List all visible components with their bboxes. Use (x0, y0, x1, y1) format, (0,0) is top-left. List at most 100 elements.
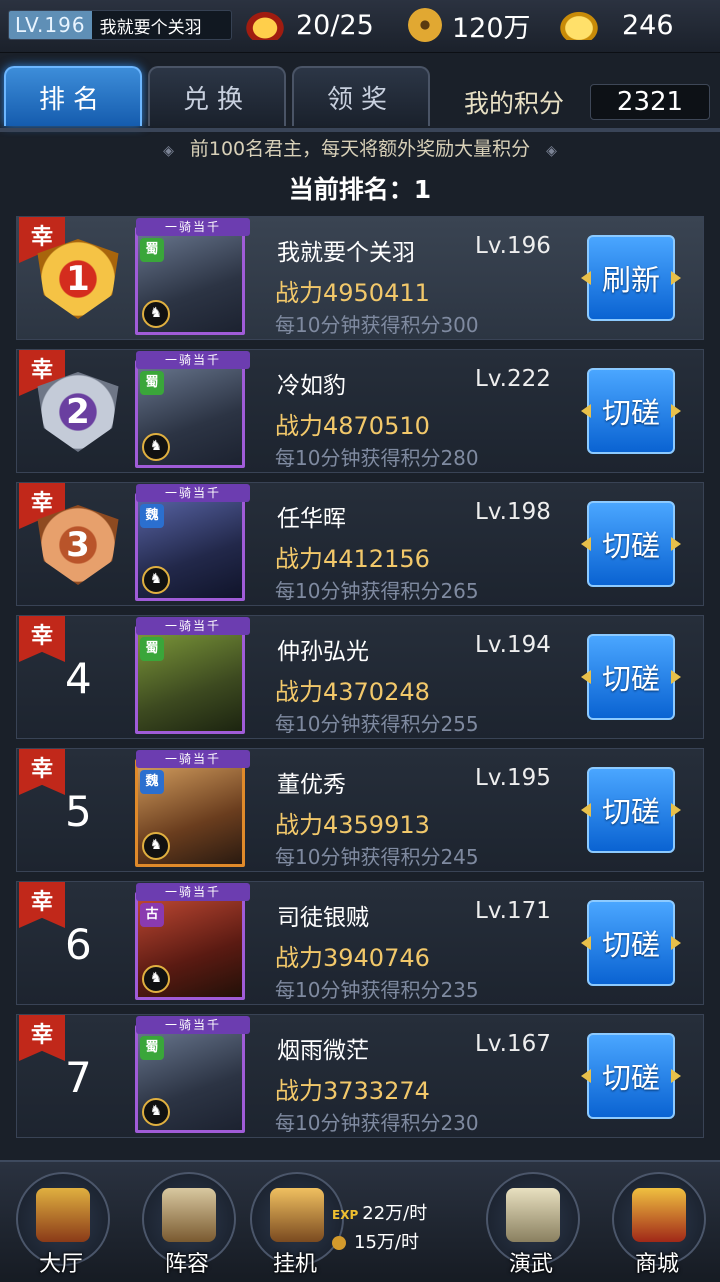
hero-title-tag: 一骑当千 (136, 883, 250, 901)
tab-exchange[interactable]: 兑换 (148, 66, 286, 126)
nav-formation[interactable]: 阵容 (132, 1162, 242, 1282)
rank-number: 6 (65, 920, 92, 969)
my-score-value: 2321 (590, 84, 710, 120)
bottom-navigation: 大厅 阵容 挂机 EXP 22万/时 15万/时 演武 商城 (0, 1160, 720, 1282)
combat-power: 战力4370248 (275, 678, 430, 706)
rank-row: 幸 3 一骑当千 魏 ♞ 任华晖 Lv.198 战力4412156 每10分钟获… (16, 482, 704, 606)
gold-ingot-icon (558, 10, 600, 40)
hero-title-tag: 一骑当千 (136, 218, 250, 236)
hero-avatar[interactable]: 一骑当千 蜀 ♞ (135, 351, 250, 468)
rank-row: 幸 5 一骑当千 魏 ♞ 董优秀 Lv.195 战力4359913 每10分钟获… (16, 748, 704, 872)
nav-shop[interactable]: 商城 (602, 1162, 712, 1282)
chess-knight-icon: ♞ (142, 433, 170, 461)
spar-button[interactable]: 切磋 (587, 501, 675, 587)
spar-button[interactable]: 切磋 (587, 767, 675, 853)
spar-button[interactable]: 切磋 (587, 368, 675, 454)
hero-avatar[interactable]: 一骑当千 古 ♞ (135, 883, 250, 1000)
faction-badge: 蜀 (140, 238, 164, 262)
lucky-ribbon: 幸 (19, 749, 65, 795)
spar-button[interactable]: 切磋 (587, 634, 675, 720)
lucky-ribbon: 幸 (19, 616, 65, 662)
nav-battle-label: 演武 (508, 1252, 553, 1277)
combat-power: 战力4359913 (275, 811, 430, 839)
player-name: 任华晖 (277, 506, 346, 532)
rank-row: 幸 1 一骑当千 蜀 ♞ 我就要个关羽 Lv.196 战力4950411 每10… (16, 216, 704, 340)
chess-knight-icon: ♞ (142, 832, 170, 860)
hero-avatar[interactable]: 一骑当千 魏 ♞ (135, 484, 250, 601)
refresh-button[interactable]: 刷新 (587, 235, 675, 321)
gold-resource[interactable]: 246 (558, 6, 674, 44)
copper-coin-icon (408, 8, 442, 42)
stamina-bowl-icon (244, 10, 286, 40)
bronze-medal-icon: 3 (37, 505, 119, 585)
player-level: Lv.195 (475, 765, 551, 791)
faction-badge: 蜀 (140, 1036, 164, 1060)
nav-battle[interactable]: 演武 (476, 1162, 586, 1282)
exp-rate: 22万/时 (362, 1203, 428, 1224)
faction-badge: 魏 (140, 770, 164, 794)
player-info[interactable]: LV.196 我就要个关羽 (8, 10, 232, 40)
idle-income: EXP 22万/时 15万/时 (332, 1200, 427, 1257)
hero-avatar[interactable]: 一骑当千 蜀 (135, 617, 250, 734)
player-level: Lv.222 (475, 366, 551, 392)
lucky-ribbon: 幸 (19, 882, 65, 928)
chess-knight-icon: ♞ (142, 566, 170, 594)
rank-number: 4 (65, 654, 92, 703)
player-level: Lv.196 (475, 233, 551, 259)
hero-title-tag: 一骑当千 (136, 750, 250, 768)
combat-power: 战力4412156 (275, 545, 430, 573)
notice-text: 前100名君主，每天将额外奖励大量积分 (0, 134, 720, 161)
score-rate: 每10分钟获得积分265 (275, 579, 479, 603)
player-name: 董优秀 (277, 772, 346, 798)
player-level: Lv.198 (475, 499, 551, 525)
combat-power: 战力4950411 (275, 279, 430, 307)
faction-badge: 古 (140, 903, 164, 927)
copper-resource[interactable]: 120万 (408, 6, 531, 44)
hero-avatar[interactable]: 一骑当千 蜀 ♞ (135, 1016, 250, 1133)
hero-avatar[interactable]: 一骑当千 蜀 ♞ (135, 218, 250, 335)
rank-row: 幸 2 一骑当千 蜀 ♞ 冷如豹 Lv.222 战力4870510 每10分钟获… (16, 349, 704, 473)
spar-button[interactable]: 切磋 (587, 1033, 675, 1119)
player-name: 冷如豹 (277, 373, 346, 399)
combat-power: 战力4870510 (275, 412, 430, 440)
faction-badge: 魏 (140, 504, 164, 528)
chess-knight-icon: ♞ (142, 300, 170, 328)
copper-coin-icon (332, 1236, 346, 1250)
tab-reward[interactable]: 领奖 (292, 66, 430, 126)
rank-number: 5 (65, 787, 92, 836)
score-rate: 每10分钟获得积分245 (275, 845, 479, 869)
copper-value: 120万 (452, 12, 531, 44)
spar-button[interactable]: 切磋 (587, 900, 675, 986)
exp-tag: EXP (332, 1208, 359, 1222)
player-level: Lv.171 (475, 898, 551, 924)
gold-value: 246 (622, 9, 674, 41)
hero-avatar[interactable]: 一骑当千 魏 ♞ (135, 750, 250, 867)
combat-power: 战力3733274 (275, 1077, 430, 1105)
score-rate: 每10分钟获得积分255 (275, 712, 479, 736)
nav-hall[interactable]: 大厅 (6, 1162, 116, 1282)
hero-title-tag: 一骑当千 (136, 617, 250, 635)
nav-hall-label: 大厅 (38, 1252, 83, 1277)
player-level: Lv.194 (475, 632, 551, 658)
score-rate: 每10分钟获得积分235 (275, 978, 479, 1002)
hero-title-tag: 一骑当千 (136, 484, 250, 502)
coin-rate: 15万/时 (354, 1232, 419, 1253)
player-name: 我就要个关羽 (277, 240, 415, 266)
rank-row: 幸 6 一骑当千 古 ♞ 司徒银贼 Lv.171 战力3940746 每10分钟… (16, 881, 704, 1005)
score-rate: 每10分钟获得积分230 (275, 1111, 479, 1135)
current-rank: 当前排名：1 (288, 175, 432, 204)
player-name: 司徒银贼 (277, 905, 369, 931)
chess-knight-icon: ♞ (142, 965, 170, 993)
player-name: 我就要个关羽 (99, 17, 202, 38)
stamina-resource[interactable]: 20/25 (244, 6, 374, 44)
combat-power: 战力3940746 (275, 944, 430, 972)
nav-formation-label: 阵容 (164, 1252, 209, 1277)
lucky-ribbon: 幸 (19, 1015, 65, 1061)
hero-title-tag: 一骑当千 (136, 1016, 250, 1034)
tab-ranking[interactable]: 排名 (4, 66, 142, 126)
player-name: 烟雨微茫 (277, 1038, 369, 1064)
panel-divider (0, 128, 720, 132)
chess-knight-icon: ♞ (142, 1098, 170, 1126)
faction-badge: 蜀 (140, 637, 164, 661)
silver-medal-icon: 2 (37, 372, 119, 452)
